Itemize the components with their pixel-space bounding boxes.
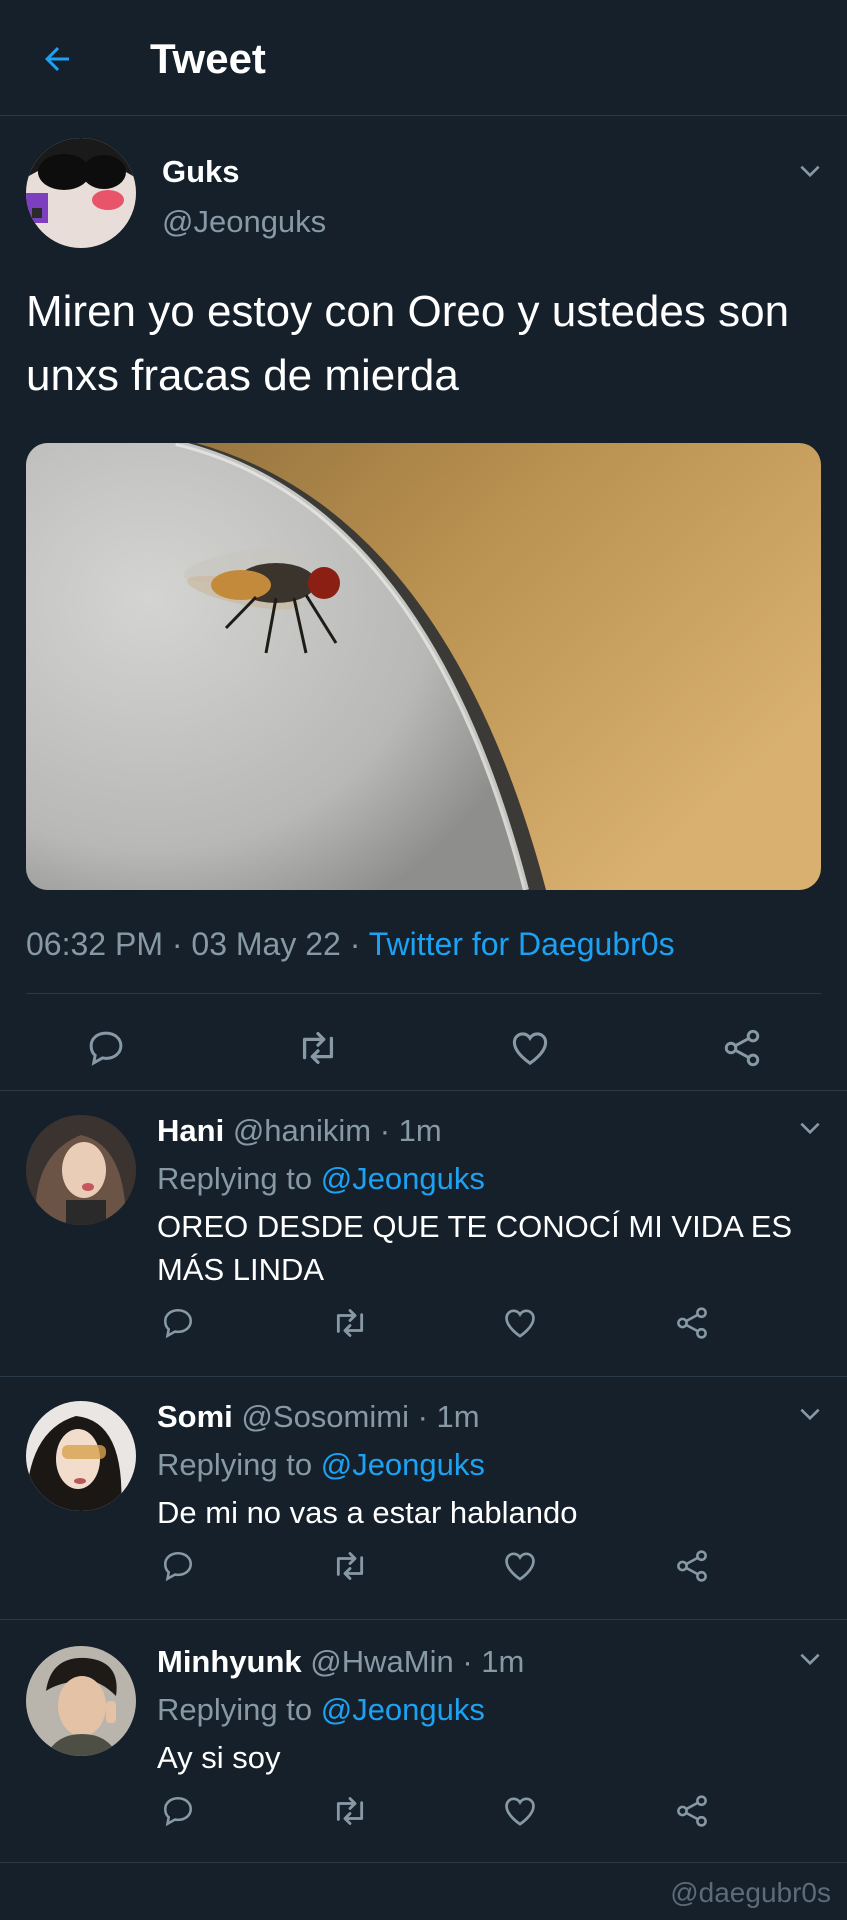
like-button[interactable]	[495, 1786, 545, 1836]
reply-item[interactable]: Minhyunk @HwaMin · 1m Replying to @Jeong…	[0, 1619, 847, 1863]
tweet-options-button[interactable]	[795, 156, 825, 186]
author-name[interactable]: Guks	[162, 152, 240, 192]
retweet-button[interactable]	[325, 1786, 375, 1836]
meta-separator: ·	[162, 926, 192, 962]
chevron-down-icon	[800, 1653, 820, 1666]
like-button[interactable]	[495, 1298, 545, 1348]
reply-icon	[163, 1551, 193, 1582]
reply-avatar[interactable]	[26, 1115, 136, 1225]
reply-actions	[0, 1541, 847, 1601]
reply-author-handle[interactable]: @HwaMin	[310, 1644, 453, 1679]
divider	[26, 993, 821, 994]
share-icon	[724, 1029, 760, 1067]
reply-item[interactable]: Hani @hanikim · 1m Replying to @Jeonguks…	[0, 1090, 847, 1376]
reply-header: Somi @Sosomimi · 1m	[157, 1399, 480, 1434]
chevron-down-icon	[800, 1408, 820, 1421]
reply-author-name[interactable]: Somi	[157, 1399, 233, 1434]
fly-photo	[26, 443, 821, 890]
share-button[interactable]	[667, 1786, 717, 1836]
retweet-button[interactable]	[325, 1541, 375, 1591]
reply-button[interactable]	[153, 1541, 203, 1591]
heart-icon	[505, 1797, 535, 1826]
reply-avatar[interactable]	[26, 1401, 136, 1511]
tweet-time: 06:32 PM	[26, 926, 163, 962]
share-button[interactable]	[667, 1541, 717, 1591]
back-button[interactable]	[34, 36, 80, 82]
tweet-date: 03 May 22	[191, 926, 341, 962]
reply-icon	[163, 1308, 193, 1339]
meta-separator: ·	[340, 926, 369, 962]
share-icon	[677, 1307, 707, 1339]
replying-label: Replying to	[157, 1161, 313, 1196]
tweet-source[interactable]: Twitter for Daegubr0s	[369, 926, 675, 962]
chevron-down-icon	[800, 165, 820, 178]
retweet-icon	[336, 1309, 364, 1337]
reply-time: 1m	[436, 1399, 480, 1434]
tweet-meta: 06:32 PM · 03 May 22 · Twitter for Daegu…	[26, 924, 675, 964]
reply-text: Ay si soy	[157, 1740, 281, 1775]
replying-label: Replying to	[157, 1447, 313, 1482]
tweet-text: Miren yo estoy con Oreo y ustedes son un…	[26, 287, 790, 400]
reply-options-button[interactable]	[795, 1399, 825, 1429]
mention-link[interactable]: @Jeonguks	[321, 1692, 485, 1727]
reply-button[interactable]	[153, 1298, 203, 1348]
like-button[interactable]	[502, 1020, 558, 1076]
arrow-left-icon	[45, 47, 69, 71]
tweet-actions	[0, 1020, 847, 1080]
reply-author-handle[interactable]: @Sosomimi	[241, 1399, 409, 1434]
retweet-icon	[336, 1552, 364, 1580]
replying-to: Replying to @Jeonguks	[157, 1690, 485, 1730]
mention-link[interactable]: @Jeonguks	[321, 1161, 485, 1196]
author-handle[interactable]: @Jeonguks	[162, 202, 326, 242]
watermark: @daegubr0s	[670, 1877, 831, 1908]
share-button[interactable]	[667, 1298, 717, 1348]
reply-icon	[89, 1031, 123, 1066]
like-button[interactable]	[495, 1541, 545, 1591]
mention-link[interactable]: @Jeonguks	[321, 1447, 485, 1482]
reply-author-name[interactable]: Hani	[157, 1113, 224, 1148]
reply-button[interactable]	[78, 1020, 134, 1076]
retweet-icon	[302, 1031, 334, 1065]
reply-text: OREO DESDE QUE TE CONOCÍ MI VIDA ES MÁS …	[157, 1209, 793, 1287]
page-title: Tweet	[150, 35, 266, 82]
reply-item[interactable]: Somi @Sosomimi · 1m Replying to @Jeonguk…	[0, 1376, 847, 1619]
share-icon	[677, 1550, 707, 1582]
replying-to: Replying to @Jeonguks	[157, 1445, 485, 1485]
reply-button[interactable]	[153, 1786, 203, 1836]
reply-time: 1m	[481, 1644, 525, 1679]
reply-header: Hani @hanikim · 1m	[157, 1113, 442, 1148]
retweet-icon	[336, 1797, 364, 1825]
reply-avatar[interactable]	[26, 1646, 136, 1756]
retweet-button[interactable]	[290, 1020, 346, 1076]
reply-actions	[0, 1298, 847, 1358]
reply-icon	[163, 1796, 193, 1827]
chevron-down-icon	[800, 1122, 820, 1135]
retweet-button[interactable]	[325, 1298, 375, 1348]
top-bar: Tweet	[0, 0, 847, 116]
reply-author-handle[interactable]: @hanikim	[233, 1113, 371, 1148]
heart-icon	[512, 1032, 548, 1066]
share-button[interactable]	[714, 1020, 770, 1076]
reply-options-button[interactable]	[795, 1644, 825, 1674]
author-avatar[interactable]	[26, 138, 136, 248]
share-icon	[677, 1795, 707, 1827]
heart-icon	[505, 1309, 535, 1338]
reply-options-button[interactable]	[795, 1113, 825, 1143]
replying-to: Replying to @Jeonguks	[157, 1159, 485, 1199]
reply-time: 1m	[398, 1113, 442, 1148]
reply-text: De mi no vas a estar hablando	[157, 1495, 578, 1530]
heart-icon	[505, 1552, 535, 1581]
tweet-photo[interactable]	[26, 443, 821, 890]
replying-label: Replying to	[157, 1692, 313, 1727]
reply-actions	[0, 1786, 847, 1846]
reply-author-name[interactable]: Minhyunk	[157, 1644, 302, 1679]
reply-header: Minhyunk @HwaMin · 1m	[157, 1644, 525, 1679]
